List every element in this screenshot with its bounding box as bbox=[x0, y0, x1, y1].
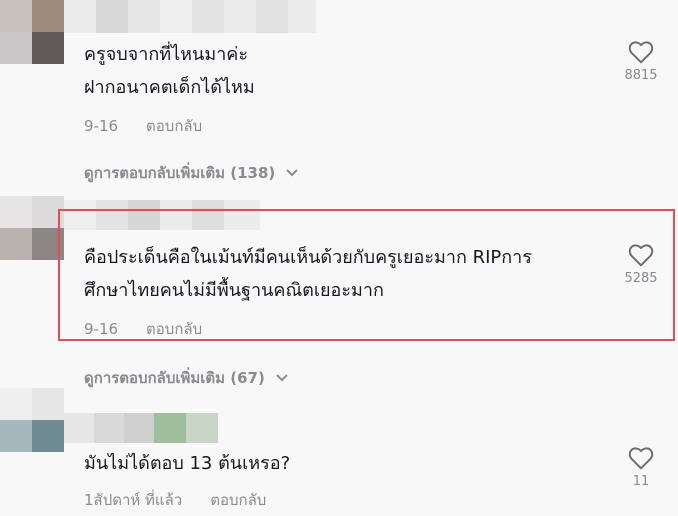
reply-button[interactable]: ตอบกลับ bbox=[146, 320, 202, 338]
comment-meta: 1สัปดาห์ ที่แล้ว ตอบกลับ bbox=[84, 488, 266, 512]
view-more-replies[interactable]: ดูการตอบกลับเพิ่มเติม (138) bbox=[84, 161, 299, 185]
comment-date: 1สัปดาห์ ที่แล้ว bbox=[84, 491, 183, 509]
comment-text: มันไม่ได้ตอบ 13 ต้นเหรอ? bbox=[84, 447, 290, 480]
view-more-label: ดูการตอบกลับเพิ่มเติม (138) bbox=[84, 164, 276, 182]
like-button[interactable]: 11 bbox=[606, 446, 676, 489]
chevron-down-icon bbox=[276, 374, 288, 382]
view-more-label: ดูการตอบกลับเพิ่มเติม (67) bbox=[84, 369, 265, 387]
comment-text-line: ศึกษาไทยคนไม่มีพื้นฐานคณิตเยอะมาก bbox=[84, 280, 384, 301]
comment-date: 9-16 bbox=[84, 117, 119, 135]
like-count: 8815 bbox=[624, 68, 658, 83]
reply-button[interactable]: ตอบกลับ bbox=[146, 117, 202, 135]
like-button[interactable]: 5285 bbox=[606, 243, 676, 286]
comment-text-line: ครูจบจากที่ไหนมาค่ะ bbox=[84, 44, 249, 65]
chevron-down-icon bbox=[286, 169, 298, 177]
comment-text-line: ฝากอนาคตเด็กได้ไหม bbox=[84, 77, 255, 98]
comment-text: ครูจบจากที่ไหนมาค่ะ ฝากอนาคตเด็กได้ไหม bbox=[84, 38, 255, 104]
view-more-replies[interactable]: ดูการตอบกลับเพิ่มเติม (67) bbox=[84, 366, 289, 390]
comment-text: คือประเด็นคือในเม้นท์มีคนเห็นด้วยกับครูเ… bbox=[84, 241, 532, 307]
heart-outline-icon bbox=[628, 41, 654, 64]
comment-date: 9-16 bbox=[84, 320, 119, 338]
like-count: 11 bbox=[632, 474, 650, 489]
heart-outline-icon bbox=[628, 447, 654, 470]
like-count: 5285 bbox=[624, 271, 658, 286]
heart-outline-icon bbox=[628, 244, 654, 267]
comment-text-line: มันไม่ได้ตอบ 13 ต้นเหรอ? bbox=[84, 453, 291, 474]
comment-meta: 9-16 ตอบกลับ bbox=[84, 317, 202, 341]
reply-button[interactable]: ตอบกลับ bbox=[210, 491, 266, 509]
like-button[interactable]: 8815 bbox=[606, 40, 676, 83]
comment-meta: 9-16 ตอบกลับ bbox=[84, 114, 202, 138]
comment-text-line: คือประเด็นคือในเม้นท์มีคนเห็นด้วยกับครูเ… bbox=[84, 247, 532, 268]
